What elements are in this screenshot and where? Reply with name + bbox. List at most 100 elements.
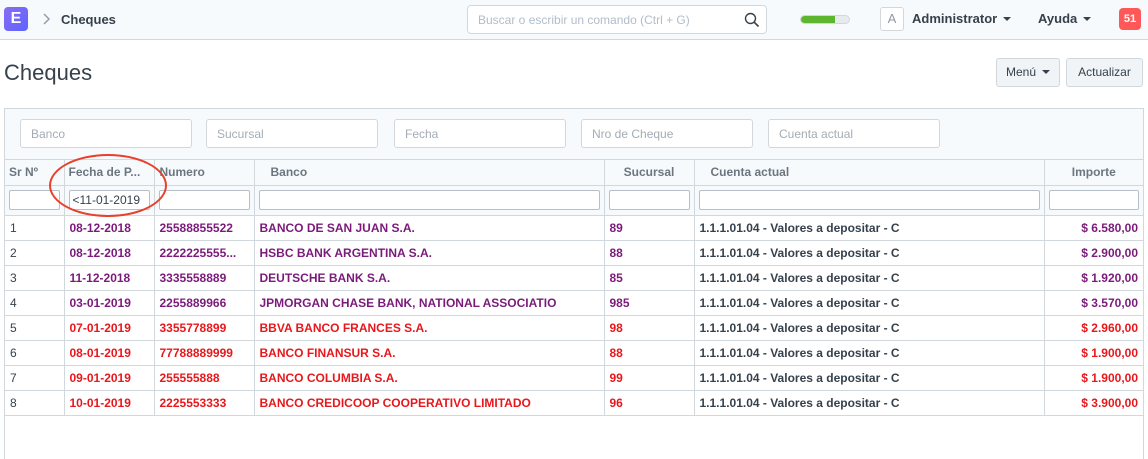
table-row[interactable]: 5 07-01-2019 3355778899 BBVA BANCO FRANCES … <box>5 315 1143 341</box>
cell-sr[interactable]: 1 <box>5 215 65 241</box>
cell-banco[interactable]: HSBC BANK ARGENTINA S.A. <box>254 240 605 266</box>
table-header-row: Sr Nº Fecha de P... Numero Banco Sucursa… <box>5 160 1143 186</box>
cell-fecha[interactable]: 08-12-2018 <box>64 215 155 241</box>
numero-column-filter[interactable] <box>158 190 250 210</box>
cell-fecha[interactable]: 07-01-2019 <box>64 315 155 341</box>
help-menu[interactable]: Ayuda <box>1038 11 1092 26</box>
cell-cuenta[interactable]: 1.1.1.01.04 - Valores a depositar - C <box>694 315 1045 341</box>
column-header-banco[interactable]: Banco <box>254 160 605 186</box>
cell-importe[interactable]: $ 2.960,00 <box>1044 315 1143 341</box>
column-header-sr[interactable]: Sr Nº <box>5 160 65 186</box>
cell-cuenta[interactable]: 1.1.1.01.04 - Valores a depositar - C <box>694 240 1045 266</box>
cell-importe[interactable]: $ 2.900,00 <box>1044 240 1143 266</box>
column-filter-cell <box>1044 185 1143 216</box>
cell-banco[interactable]: BANCO FINANSUR S.A. <box>254 340 605 366</box>
user-menu[interactable]: Administrator <box>912 11 1012 26</box>
sr-column-filter[interactable] <box>9 190 60 210</box>
cell-numero[interactable]: 255555888 <box>154 365 255 391</box>
cell-fecha[interactable]: 10-01-2019 <box>64 390 155 416</box>
cell-importe[interactable]: $ 1.920,00 <box>1044 265 1143 291</box>
cell-importe[interactable]: $ 3.570,00 <box>1044 290 1143 316</box>
cell-importe[interactable]: $ 3.900,00 <box>1044 390 1143 416</box>
banco-column-filter[interactable] <box>258 190 600 210</box>
cell-numero[interactable]: 2255889966 <box>154 290 255 316</box>
cell-sr[interactable]: 3 <box>5 265 65 291</box>
column-header-sucursal[interactable]: Sucursal <box>604 160 695 186</box>
breadcrumb[interactable]: Cheques <box>61 12 116 27</box>
table-body: 1 08-12-2018 25588855522 BANCO DE SAN JUAN … <box>5 215 1143 416</box>
menu-button[interactable]: Menú <box>996 58 1060 87</box>
table-row[interactable]: 3 11-12-2018 3335558889 DEUTSCHE BANK S.A. 8… <box>5 265 1143 291</box>
cell-sucursal[interactable]: 98 <box>604 315 695 341</box>
cell-sr[interactable]: 7 <box>5 365 65 391</box>
search-input[interactable] <box>478 6 738 33</box>
sucursal-column-filter[interactable] <box>608 190 690 210</box>
cell-banco[interactable]: BANCO CREDICOOP COOPERATIVO LIMITADO <box>254 390 605 416</box>
cheques-table: Sr Nº Fecha de P... Numero Banco Sucursa… <box>5 160 1143 416</box>
menu-button-label: Menú <box>1005 65 1037 79</box>
cell-sucursal[interactable]: 985 <box>604 290 695 316</box>
importe-column-filter[interactable] <box>1048 190 1139 210</box>
progress-fill <box>801 16 835 23</box>
cell-cuenta[interactable]: 1.1.1.01.04 - Valores a depositar - C <box>694 290 1045 316</box>
cell-sr[interactable]: 5 <box>5 315 65 341</box>
cell-cuenta[interactable]: 1.1.1.01.04 - Valores a depositar - C <box>694 340 1045 366</box>
date-filter[interactable] <box>394 119 566 148</box>
branch-filter[interactable] <box>206 119 378 148</box>
cell-sr[interactable]: 8 <box>5 390 65 416</box>
avatar[interactable]: A <box>880 7 904 31</box>
cuenta-column-filter[interactable] <box>698 190 1040 210</box>
cell-sucursal[interactable]: 88 <box>604 340 695 366</box>
table-row[interactable]: 2 08-12-2018 2222225555... HSBC BANK ARGENT… <box>5 240 1143 266</box>
column-header-cuenta[interactable]: Cuenta actual <box>694 160 1045 186</box>
cell-sr[interactable]: 2 <box>5 240 65 266</box>
cell-sucursal[interactable]: 88 <box>604 240 695 266</box>
bank-filter[interactable] <box>20 119 192 148</box>
cell-sucursal[interactable]: 99 <box>604 365 695 391</box>
cell-banco[interactable]: BANCO COLUMBIA S.A. <box>254 365 605 391</box>
cell-sucursal[interactable]: 89 <box>604 215 695 241</box>
cell-cuenta[interactable]: 1.1.1.01.04 - Valores a depositar - C <box>694 390 1045 416</box>
cell-fecha[interactable]: 08-01-2019 <box>64 340 155 366</box>
cell-importe[interactable]: $ 1.900,00 <box>1044 365 1143 391</box>
column-filter-cell <box>604 185 695 216</box>
cell-importe[interactable]: $ 6.580,00 <box>1044 215 1143 241</box>
table-row[interactable]: 7 09-01-2019 255555888 BANCO COLUMBIA S.A. 9… <box>5 365 1143 391</box>
column-header-numero[interactable]: Numero <box>154 160 255 186</box>
cheque-number-filter[interactable] <box>581 119 753 148</box>
table-row[interactable]: 1 08-12-2018 25588855522 BANCO DE SAN JUAN … <box>5 215 1143 241</box>
cell-sr[interactable]: 4 <box>5 290 65 316</box>
table-row[interactable]: 4 03-01-2019 2255889966 JPMORGAN CHASE BANK… <box>5 290 1143 316</box>
cell-cuenta[interactable]: 1.1.1.01.04 - Valores a depositar - C <box>694 265 1045 291</box>
cell-banco[interactable]: BBVA BANCO FRANCES S.A. <box>254 315 605 341</box>
cell-sucursal[interactable]: 85 <box>604 265 695 291</box>
fecha-column-filter[interactable] <box>68 190 150 210</box>
cell-cuenta[interactable]: 1.1.1.01.04 - Valores a depositar - C <box>694 215 1045 241</box>
search-icon[interactable] <box>744 12 760 28</box>
cell-fecha[interactable]: 11-12-2018 <box>64 265 155 291</box>
cell-banco[interactable]: DEUTSCHE BANK S.A. <box>254 265 605 291</box>
notification-badge[interactable]: 51 <box>1119 8 1141 30</box>
cell-banco[interactable]: JPMORGAN CHASE BANK, NATIONAL ASSOCIATIO <box>254 290 605 316</box>
cell-fecha[interactable]: 03-01-2019 <box>64 290 155 316</box>
cell-numero[interactable]: 3335558889 <box>154 265 255 291</box>
cell-numero[interactable]: 77788889999 <box>154 340 255 366</box>
cell-fecha[interactable]: 09-01-2019 <box>64 365 155 391</box>
cell-fecha[interactable]: 08-12-2018 <box>64 240 155 266</box>
refresh-button[interactable]: Actualizar <box>1066 58 1143 87</box>
cell-cuenta[interactable]: 1.1.1.01.04 - Valores a depositar - C <box>694 365 1045 391</box>
cell-sucursal[interactable]: 96 <box>604 390 695 416</box>
cell-numero[interactable]: 2225553333 <box>154 390 255 416</box>
table-row[interactable]: 8 10-01-2019 2225553333 BANCO CREDICOOP COO… <box>5 390 1143 416</box>
cell-importe[interactable]: $ 1.900,00 <box>1044 340 1143 366</box>
cell-numero[interactable]: 25588855522 <box>154 215 255 241</box>
cell-numero[interactable]: 2222225555... <box>154 240 255 266</box>
table-row[interactable]: 6 08-01-2019 77788889999 BANCO FINANSUR S.A… <box>5 340 1143 366</box>
cell-numero[interactable]: 3355778899 <box>154 315 255 341</box>
cell-sr[interactable]: 6 <box>5 340 65 366</box>
column-header-fecha[interactable]: Fecha de P... <box>64 160 155 186</box>
app-logo[interactable]: E <box>4 7 28 31</box>
cell-banco[interactable]: BANCO DE SAN JUAN S.A. <box>254 215 605 241</box>
account-filter[interactable] <box>768 119 940 148</box>
column-header-importe[interactable]: Importe <box>1044 160 1143 186</box>
